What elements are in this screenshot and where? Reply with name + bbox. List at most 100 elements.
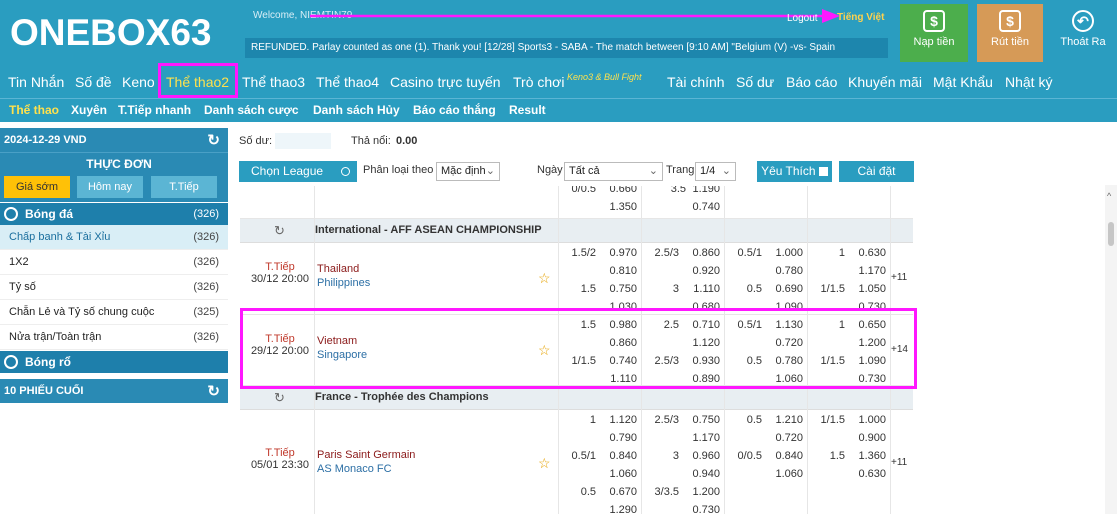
tab-live[interactable]: T.Tiếp xyxy=(151,176,217,198)
date-select[interactable]: Tất cả ⌄ xyxy=(564,162,663,181)
more-bets-link[interactable]: +11 xyxy=(891,272,907,283)
odds-value[interactable]: 0.750 xyxy=(603,283,637,295)
odds-value[interactable]: 0.840 xyxy=(769,450,803,462)
nav-keno[interactable]: Keno xyxy=(122,74,155,90)
page-label: Trang xyxy=(666,164,695,176)
radio-icon xyxy=(341,167,350,176)
sidebar-item-correct-score[interactable]: Tỷ số (326) xyxy=(0,275,228,300)
subnav-sports[interactable]: Thể thao xyxy=(9,103,59,117)
nav-keno3-bullfight[interactable]: Keno3 & Bull Fight xyxy=(567,72,642,82)
odds-value[interactable]: 0.630 xyxy=(852,468,886,480)
star-icon[interactable]: ☆ xyxy=(538,455,551,472)
odds-value[interactable]: 0.960 xyxy=(686,450,720,462)
odds-value[interactable]: 1.120 xyxy=(603,414,637,426)
nav-password[interactable]: Mật Khẩu xyxy=(933,74,993,90)
odds-value[interactable]: 1.060 xyxy=(603,468,637,480)
subnav-parlay[interactable]: Xuyên xyxy=(71,103,107,117)
odds-value[interactable]: 0.740 xyxy=(686,201,720,213)
refresh-icon[interactable]: ↻ xyxy=(207,129,220,153)
odds-value[interactable]: 0.670 xyxy=(603,486,637,498)
nav-finance[interactable]: Tài chính xyxy=(667,74,725,90)
odds-value[interactable]: 0.630 xyxy=(852,247,886,259)
odds-value[interactable]: 1.000 xyxy=(852,414,886,426)
sidebar-item-handicap-ou[interactable]: Chấp banh & Tài Xỉu (326) xyxy=(0,225,228,250)
odds-value[interactable]: 1.050 xyxy=(852,283,886,295)
odds-value[interactable]: 1.360 xyxy=(852,450,886,462)
sport-football[interactable]: Bóng đá (326) xyxy=(0,202,228,225)
subnav-win-report[interactable]: Báo cáo thắng xyxy=(413,103,496,117)
odds-value[interactable]: 1.170 xyxy=(852,265,886,277)
odds-value[interactable]: 0.900 xyxy=(852,432,886,444)
filter-bar: Chọn League Phân loại theo Mặc định ⌄ Ngà… xyxy=(239,161,1117,182)
choose-league-button[interactable]: Chọn League xyxy=(239,161,357,182)
odds-value[interactable]: 0.790 xyxy=(603,432,637,444)
odds-line: 0.5/1 xyxy=(737,247,762,259)
odds-value[interactable]: 0.810 xyxy=(603,265,637,277)
withdraw-button[interactable]: $ Rút tiền xyxy=(977,4,1043,62)
nav-balance[interactable]: Số dư xyxy=(736,74,774,90)
odds-value[interactable]: 0.860 xyxy=(686,247,720,259)
nav-games[interactable]: Trò chơi xyxy=(513,74,564,90)
odds-value[interactable]: 0.780 xyxy=(769,265,803,277)
subnav-live-quick[interactable]: T.Tiếp nhanh xyxy=(118,103,191,117)
odds-value[interactable]: 1.210 xyxy=(769,414,803,426)
league-header[interactable]: ↻ International - AFF ASEAN CHAMPIONSHIP xyxy=(240,219,913,243)
scroll-thumb[interactable] xyxy=(1108,222,1114,246)
star-icon[interactable]: ☆ xyxy=(538,270,551,287)
sport-basketball[interactable]: Bóng rổ xyxy=(0,350,228,373)
odds-value[interactable]: 0.720 xyxy=(769,432,803,444)
odds-value[interactable]: 1.170 xyxy=(686,432,720,444)
page-select[interactable]: 1/4 ⌄ xyxy=(695,162,736,181)
odds-value[interactable]: 0.920 xyxy=(686,265,720,277)
league-title: International - AFF ASEAN CHAMPIONSHIP xyxy=(315,224,542,236)
tab-early[interactable]: Giá sớm xyxy=(4,176,70,198)
nav-the-thao3[interactable]: Thể thao3 xyxy=(242,74,305,90)
tab-today[interactable]: Hôm nay xyxy=(77,176,143,198)
logout-link[interactable]: Logout xyxy=(787,13,818,24)
scroll-up-icon[interactable]: ^ xyxy=(1107,191,1111,201)
subnav-result[interactable]: Result xyxy=(509,103,546,117)
settings-button[interactable]: Cài đặt xyxy=(839,161,914,182)
odds-value[interactable]: 1.350 xyxy=(603,201,637,213)
odds-value[interactable]: 0.730 xyxy=(686,504,720,514)
odds-value[interactable]: 1.000 xyxy=(769,247,803,259)
refresh-icon[interactable]: ↻ xyxy=(274,390,285,406)
nav-log[interactable]: Nhật ký xyxy=(1005,74,1052,90)
nav-promotions[interactable]: Khuyến mãi xyxy=(848,74,922,90)
scrollbar[interactable]: ^ xyxy=(1105,185,1117,514)
odds-value[interactable]: 1.110 xyxy=(686,283,720,295)
kickoff-time: 05/01 23:30 xyxy=(250,459,310,471)
odds-value[interactable]: 1.200 xyxy=(686,486,720,498)
date-value: Tất cả xyxy=(569,165,600,177)
language-link[interactable]: Tiếng Việt xyxy=(837,12,884,23)
nav-the-thao4[interactable]: Thể thao4 xyxy=(316,74,379,90)
deposit-button[interactable]: $ Nạp tiền xyxy=(900,4,968,62)
nav-so-de[interactable]: Số đề xyxy=(75,74,112,90)
odds-value[interactable]: 1.290 xyxy=(603,504,637,514)
odds-value[interactable]: 0.840 xyxy=(603,450,637,462)
sidebar-item-1x2[interactable]: 1X2 (326) xyxy=(0,250,228,275)
sidebar-date: 2024-12-29 VND xyxy=(4,134,87,146)
odds-value[interactable]: 1.190 xyxy=(686,186,720,195)
odds-value[interactable]: 0.750 xyxy=(686,414,720,426)
sort-select[interactable]: Mặc định ⌄ xyxy=(436,162,500,181)
nav-casino[interactable]: Casino trực tuyến xyxy=(390,74,501,90)
odds-value[interactable]: 0.940 xyxy=(686,468,720,480)
sidebar-item-ht-ft[interactable]: Nửa trận/Toàn trận (326) xyxy=(0,325,228,350)
more-bets-link[interactable]: +11 xyxy=(891,457,907,468)
exit-button[interactable]: ↶ Thoát Ra xyxy=(1049,4,1117,62)
sidebar-item-odd-even[interactable]: Chẵn Lẻ và Tỷ số chung cuộc (325) xyxy=(0,300,228,325)
nav-reports[interactable]: Báo cáo xyxy=(786,74,837,90)
odds-value[interactable]: 1.060 xyxy=(769,468,803,480)
refresh-icon[interactable]: ↻ xyxy=(207,380,220,404)
odds-value[interactable]: 0.660 xyxy=(603,186,637,195)
refresh-icon[interactable]: ↻ xyxy=(274,223,285,239)
favorites-button[interactable]: Yêu Thích xyxy=(757,161,832,182)
odds-value[interactable]: 0.690 xyxy=(769,283,803,295)
nav-messages[interactable]: Tin Nhắn xyxy=(8,74,64,90)
subnav-void-list[interactable]: Danh sách Hủy xyxy=(313,103,400,117)
league-header[interactable]: ↻ France - Trophée des Champions xyxy=(240,386,913,410)
favorites-label: Yêu Thích xyxy=(761,164,816,178)
odds-value[interactable]: 0.970 xyxy=(603,247,637,259)
subnav-bet-list[interactable]: Danh sách cược xyxy=(204,103,299,117)
